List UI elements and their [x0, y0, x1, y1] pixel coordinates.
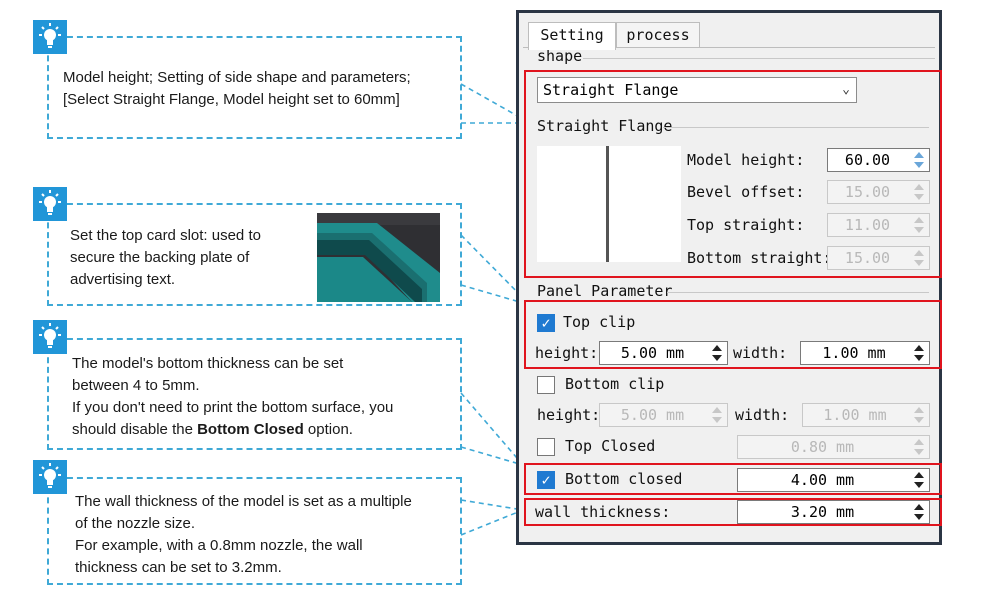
bottom-clip-width-input: 1.00 mm: [802, 403, 930, 427]
top-clip-height-label: height:: [535, 344, 599, 362]
annotation-text: Set the top card slot: used to: [70, 227, 261, 244]
top-clip-width-input[interactable]: 1.00 mm: [800, 341, 930, 365]
top-closed-input: 0.80 mm: [737, 435, 930, 459]
spin-arrows-icon[interactable]: [913, 152, 925, 168]
group-title-straight-flange: Straight Flange: [537, 117, 673, 135]
shape-select[interactable]: Straight Flange ⌄: [537, 77, 857, 103]
annotation-model-height: Model height; Setting of side shape and …: [47, 36, 462, 139]
lightbulb-icon: [33, 460, 67, 494]
annotation-text: The model's bottom thickness can be set: [72, 355, 344, 372]
top-closed-checkbox[interactable]: [537, 438, 555, 456]
bevel-offset-label: Bevel offset:: [687, 183, 805, 201]
lightbulb-icon: [33, 20, 67, 54]
model-height-label: Model height:: [687, 151, 805, 169]
bottom-straight-input: 15.00: [827, 246, 930, 270]
tab-setting[interactable]: Setting: [528, 22, 616, 50]
bottom-straight-label: Bottom straight:: [687, 249, 832, 267]
top-clip-height-input[interactable]: 5.00 mm: [599, 341, 728, 365]
bottom-closed-checkbox[interactable]: ✓: [537, 471, 555, 489]
top-clip-label[interactable]: Top clip: [563, 313, 635, 331]
annotation-text: advertising text.: [70, 271, 176, 288]
annotation-text: If you don't need to print the bottom su…: [72, 399, 394, 416]
annotation-text: of the nozzle size.: [75, 515, 196, 532]
spin-arrows-icon: [913, 439, 925, 455]
bottom-clip-checkbox[interactable]: [537, 376, 555, 394]
annotation-wall-thickness: The wall thickness of the model is set a…: [47, 477, 462, 585]
annotation-top-card-slot: Set the top card slot: used to secure th…: [47, 203, 462, 306]
group-line: [583, 58, 935, 59]
annotation-text: secure the backing plate of: [70, 249, 250, 266]
annotation-bottom-thickness: The model's bottom thickness can be set …: [47, 338, 462, 450]
settings-panel: Setting process shape Straight Flange ⌄ …: [516, 10, 942, 545]
slot-preview-image: [317, 213, 440, 302]
top-clip-checkbox[interactable]: ✓: [537, 314, 555, 332]
top-closed-label[interactable]: Top Closed: [565, 437, 655, 455]
lightbulb-icon: [33, 320, 67, 354]
group-line: [663, 127, 929, 128]
lightbulb-icon: [33, 187, 67, 221]
annotation-text: should disable the Bottom Closed option.: [72, 421, 353, 438]
top-straight-input: 11.00: [827, 213, 930, 237]
annotation-text: between 4 to 5mm.: [72, 377, 200, 394]
bottom-clip-height-label: height:: [537, 406, 601, 424]
spin-arrows-icon: [711, 407, 723, 423]
model-height-input[interactable]: 60.00: [827, 148, 930, 172]
chevron-down-icon: ⌄: [842, 82, 850, 97]
top-clip-width-label: width:: [733, 344, 788, 362]
annotation-text: For example, with a 0.8mm nozzle, the wa…: [75, 537, 363, 554]
spin-arrows-icon[interactable]: [913, 472, 925, 488]
spin-arrows-icon[interactable]: [913, 504, 925, 520]
wall-thickness-label: wall thickness:: [535, 503, 671, 521]
bottom-clip-width-label: width:: [735, 406, 790, 424]
bottom-clip-label[interactable]: Bottom clip: [565, 375, 664, 393]
top-straight-label: Top straight:: [687, 216, 805, 234]
wall-thickness-input[interactable]: 3.20 mm: [737, 500, 930, 524]
bevel-offset-input: 15.00: [827, 180, 930, 204]
bottom-closed-input[interactable]: 4.00 mm: [737, 468, 930, 492]
annotation-text: The wall thickness of the model is set a…: [75, 493, 412, 510]
bottom-closed-label[interactable]: Bottom closed: [565, 470, 682, 488]
annotation-text: [Select Straight Flange, Model height se…: [63, 91, 400, 108]
group-title-panel-parameter: Panel Parameter: [537, 282, 673, 300]
spin-arrows-icon: [913, 250, 925, 266]
flange-preview: [537, 146, 681, 262]
annotation-text: Model height; Setting of side shape and …: [63, 69, 411, 86]
tab-process[interactable]: process: [616, 22, 700, 48]
spin-arrows-icon: [913, 407, 925, 423]
group-line: [667, 292, 929, 293]
flange-profile-line: [606, 146, 609, 262]
shape-select-value: Straight Flange: [543, 81, 679, 99]
spin-arrows-icon[interactable]: [711, 345, 723, 361]
spin-arrows-icon: [913, 217, 925, 233]
spin-arrows-icon: [913, 184, 925, 200]
spin-arrows-icon[interactable]: [913, 345, 925, 361]
bottom-clip-height-input: 5.00 mm: [599, 403, 728, 427]
annotation-text: thickness can be set to 3.2mm.: [75, 559, 282, 576]
